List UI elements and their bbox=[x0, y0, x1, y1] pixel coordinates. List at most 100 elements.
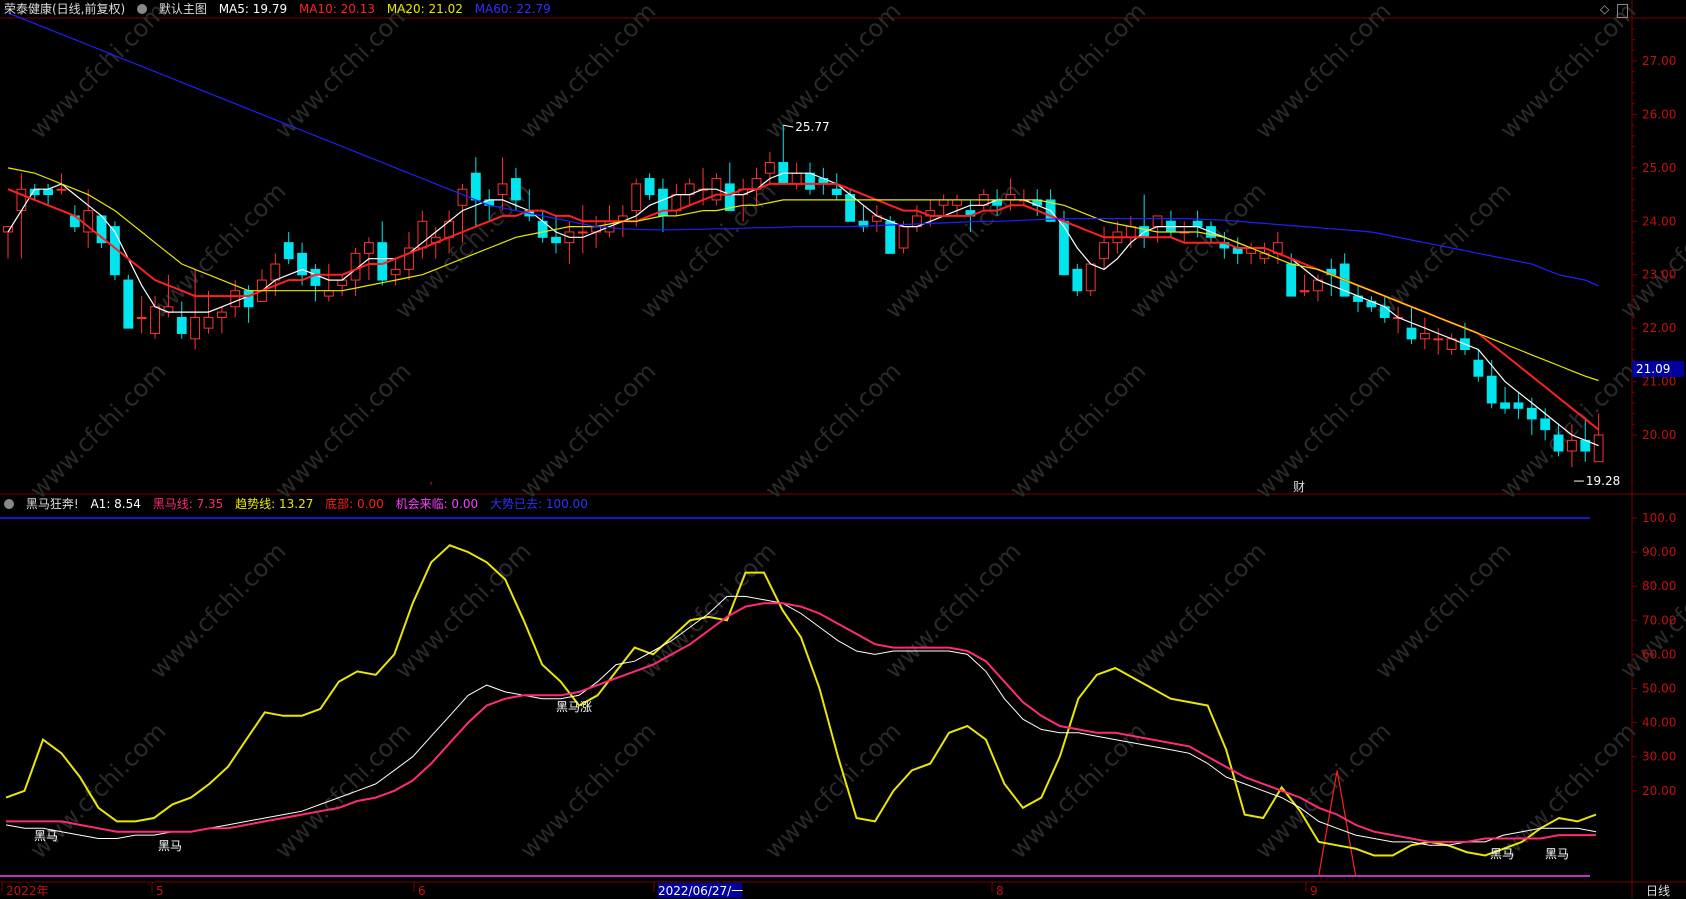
candle-body bbox=[323, 290, 334, 297]
candle-body bbox=[136, 316, 147, 319]
price-tick-label: 22.00 bbox=[1642, 321, 1676, 335]
candle-body bbox=[1433, 338, 1444, 341]
candle-body bbox=[377, 242, 388, 281]
stock-chart[interactable]: www.cfchi.com www.cfchi.com www.cfchi.com w… bbox=[0, 0, 1686, 898]
time-label: 6 bbox=[418, 884, 426, 898]
candle-body bbox=[283, 242, 294, 260]
ma5-label: MA5: 19.79 bbox=[218, 2, 288, 16]
indicator-title[interactable]: 黑马狂奔! bbox=[26, 497, 79, 511]
candle-body bbox=[230, 290, 241, 308]
candle-body bbox=[216, 311, 227, 318]
osc-tick-label: 100.0 bbox=[1642, 511, 1676, 525]
ma60-label: MA60: 22.79 bbox=[474, 2, 551, 16]
candle-body bbox=[176, 316, 187, 334]
osc-annotation: 黑马 bbox=[34, 829, 58, 843]
osc-annotation: 黑马 bbox=[1545, 847, 1569, 861]
time-label: 9 bbox=[1310, 884, 1318, 898]
price-tick-label: 23.00 bbox=[1642, 268, 1676, 282]
osc-tick-label: 60.00 bbox=[1642, 647, 1676, 661]
candle-body bbox=[1473, 359, 1484, 377]
candle-body bbox=[243, 290, 254, 308]
osc-tick-label: 50.00 bbox=[1642, 681, 1676, 695]
bottom-label: 底部: 0.00 bbox=[325, 497, 384, 511]
candle-body bbox=[1419, 332, 1430, 340]
trend-line-label: 趋势线: 13.27 bbox=[235, 497, 314, 511]
candle-body bbox=[845, 194, 856, 222]
candle-body bbox=[671, 194, 682, 212]
candle-body bbox=[1072, 268, 1083, 292]
candle-body bbox=[1379, 306, 1390, 318]
candle-body bbox=[1152, 215, 1163, 228]
price-tick-label: 27.00 bbox=[1642, 54, 1676, 68]
candle-body bbox=[417, 220, 428, 249]
candle-body bbox=[1406, 327, 1417, 340]
ma10-label: MA10: 20.13 bbox=[298, 2, 375, 16]
price-tick-label: 26.00 bbox=[1642, 107, 1676, 121]
settings-icon[interactable] bbox=[4, 499, 14, 509]
candle-body bbox=[644, 178, 655, 196]
candle-body bbox=[43, 188, 54, 196]
candle-body bbox=[1513, 402, 1524, 409]
low-marker: 19.28 bbox=[1586, 474, 1620, 488]
osc-tick-label: 90.00 bbox=[1642, 545, 1676, 559]
osc-annotation: 黑马 bbox=[158, 839, 182, 853]
candle-body bbox=[1059, 220, 1069, 276]
candle-body bbox=[190, 316, 201, 340]
ma20-label: MA20: 21.02 bbox=[386, 2, 463, 16]
candle-body bbox=[297, 252, 307, 276]
diamond-icon[interactable]: ◇ bbox=[1600, 2, 1609, 16]
current-price-tag: 21.09 bbox=[1632, 361, 1684, 377]
candle-body bbox=[1192, 220, 1203, 228]
scroll-handle[interactable] bbox=[1617, 4, 1628, 18]
candle-body bbox=[631, 183, 642, 212]
candle-body bbox=[497, 183, 508, 196]
candle-body bbox=[577, 231, 588, 234]
time-label: 2022/06/27/一 bbox=[658, 884, 743, 898]
candle-body bbox=[1099, 242, 1109, 260]
candle-body bbox=[1125, 226, 1136, 238]
candle-body bbox=[764, 162, 775, 174]
event-marker: 财 bbox=[1293, 480, 1305, 494]
candle-body bbox=[1286, 263, 1297, 297]
osc-tick-label: 70.00 bbox=[1642, 613, 1676, 627]
candle-body bbox=[1566, 439, 1577, 452]
stock-title[interactable]: 荣泰健康(日线,前复权) bbox=[4, 2, 125, 16]
candle-body bbox=[363, 242, 374, 254]
heima-line-label: 黑马线: 7.35 bbox=[152, 497, 224, 511]
candle-body bbox=[805, 172, 815, 190]
candle-body bbox=[337, 279, 348, 286]
candle-body bbox=[56, 188, 67, 191]
candle-body bbox=[457, 188, 468, 206]
high-marker: 25.77 bbox=[795, 120, 829, 134]
candle-body bbox=[1005, 194, 1016, 201]
candle-body bbox=[470, 172, 481, 201]
period-label[interactable]: 日线 bbox=[1646, 882, 1670, 899]
trend-gone-label: 大势已去: 100.00 bbox=[489, 497, 588, 511]
candle-body bbox=[952, 199, 962, 206]
candle-body bbox=[898, 226, 909, 249]
time-label: 2022年 bbox=[6, 884, 49, 898]
view-label[interactable]: 默认主图 bbox=[159, 2, 207, 16]
candle-body bbox=[310, 268, 321, 286]
settings-icon[interactable] bbox=[137, 4, 148, 14]
candle-body bbox=[123, 279, 134, 329]
candle-body bbox=[1500, 402, 1510, 409]
opportunity-label: 机会来临: 0.00 bbox=[395, 497, 479, 511]
osc-annotation: 黑马 bbox=[1490, 847, 1514, 861]
main-panel-header: 荣泰健康(日线,前复权) 默认主图 MA5: 19.79 MA10: 20.13… bbox=[4, 0, 559, 18]
osc-tick-label: 20.00 bbox=[1642, 784, 1676, 798]
candle-body bbox=[831, 188, 842, 196]
candle-body bbox=[1553, 434, 1564, 452]
candle-body bbox=[791, 172, 802, 185]
time-label: 5 bbox=[156, 884, 164, 898]
price-tick-label: 20.00 bbox=[1642, 428, 1676, 442]
candle-body bbox=[511, 178, 521, 201]
time-label: 8 bbox=[996, 884, 1004, 898]
candle-body bbox=[1593, 434, 1604, 463]
candle-body bbox=[938, 199, 949, 206]
candle-body bbox=[885, 220, 896, 254]
candle-body bbox=[551, 236, 561, 244]
candle-body bbox=[724, 183, 735, 212]
candle-body bbox=[203, 316, 214, 329]
candle-body bbox=[1085, 263, 1096, 292]
